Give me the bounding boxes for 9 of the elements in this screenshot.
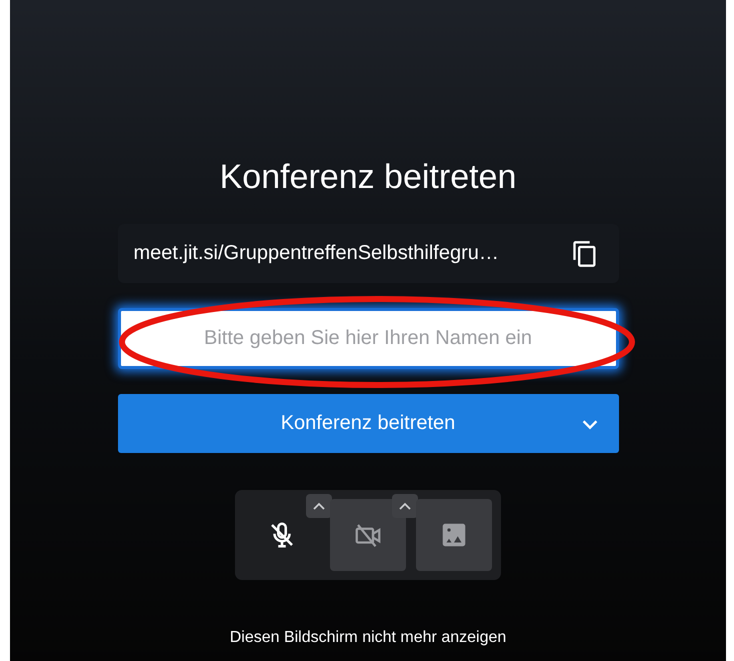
meeting-url: meet.jit.si/GruppentreffenSelbsthilfegru… <box>134 242 499 265</box>
dialog-title: Konferenz beitreten <box>220 157 516 198</box>
chevron-up-icon <box>399 502 411 510</box>
join-button[interactable]: Konferenz beitreten <box>118 394 618 453</box>
chevron-up-icon <box>313 502 325 510</box>
dont-show-again-link[interactable]: Diesen Bildschirm nicht mehr anzeigen <box>230 629 506 647</box>
options-button[interactable] <box>306 494 332 518</box>
name-input-field[interactable]: Bitte geben Sie hier Ihren Namen ein <box>118 308 618 369</box>
copy-icon[interactable] <box>570 240 598 268</box>
